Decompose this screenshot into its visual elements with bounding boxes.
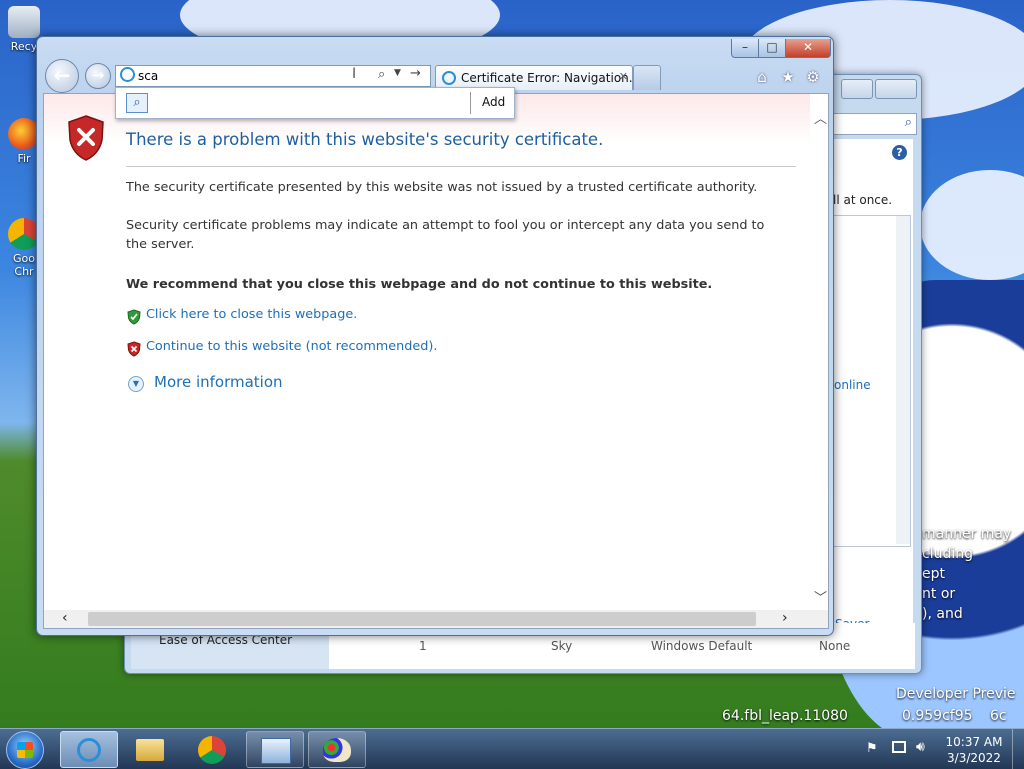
continue-to-website-link[interactable]: Continue to this website (not recommende… <box>146 339 437 354</box>
start-button[interactable] <box>6 731 44 769</box>
desktop-icon-label: Goo Chr <box>13 252 35 278</box>
taskbar-paint[interactable] <box>308 731 366 768</box>
address-bar[interactable]: I ⌕ ▼ → <box>115 65 431 87</box>
add-button[interactable]: Add <box>482 95 505 109</box>
back-button[interactable]: ← <box>45 59 79 93</box>
page-title: There is a problem with this website's s… <box>126 130 604 149</box>
bg-maximize-button[interactable] <box>841 79 873 99</box>
search-icon[interactable]: ⌕ <box>126 93 148 113</box>
desktop-icon-label: Recy <box>10 40 38 53</box>
error-description: The security certificate presented by th… <box>126 180 758 195</box>
chrome-icon <box>198 736 226 764</box>
forward-button[interactable]: → <box>85 63 111 89</box>
paint-icon <box>323 738 351 762</box>
address-suggestion-dropdown[interactable]: ⌕ Add <box>115 87 515 119</box>
scroll-right-icon[interactable]: › <box>782 610 788 626</box>
bg-footer-col2: Sky <box>551 639 573 653</box>
bg-text-all-at-once: ll at once. <box>833 193 893 207</box>
clock-date: 3/3/2022 <box>947 751 1001 765</box>
vertical-scrollbar[interactable]: ︿ ﹀ <box>811 94 828 610</box>
new-tab-button[interactable] <box>633 65 661 90</box>
scroll-up-icon[interactable]: ︿ <box>814 108 827 127</box>
search-icon: ⌕ <box>904 115 912 130</box>
bg-content-pane: ? ll at once. online Saver <box>831 139 913 631</box>
text-cursor-icon: I <box>352 66 357 82</box>
bg-search-box[interactable]: ⌕ <box>831 113 917 135</box>
taskbar-control-panel[interactable] <box>246 731 304 768</box>
bg-list-box[interactable]: online <box>833 215 911 547</box>
bg-link-online[interactable]: online <box>834 378 871 392</box>
wallpaper-text: 64.fbl_leap.11080 <box>722 708 848 724</box>
bg-footer-col1: 1 <box>419 639 427 653</box>
desktop-icon-label: Fir <box>17 152 31 165</box>
content-area[interactable]: There is a problem with this website's s… <box>43 93 829 629</box>
clock[interactable]: 10:37 AM 3/3/2022 <box>944 734 1004 766</box>
close-tab-icon[interactable]: ✕ <box>619 70 628 83</box>
scroll-left-icon[interactable]: ‹ <box>62 610 68 626</box>
divider <box>126 166 796 167</box>
ie-icon <box>77 738 101 762</box>
shield-error-icon <box>68 115 104 161</box>
horizontal-scroll-thumb[interactable] <box>88 612 756 626</box>
recommendation-text: We recommend that you close this webpage… <box>126 277 713 292</box>
close-webpage-link[interactable]: Click here to close this webpage. <box>146 307 357 322</box>
cloud <box>920 170 1024 280</box>
tab-title: Certificate Error: Navigation... <box>461 71 641 85</box>
certificate-error-page: There is a problem with this website's s… <box>44 94 810 610</box>
maximize-button[interactable]: □ <box>758 39 786 58</box>
action-center-flag-icon[interactable]: ⚑ <box>866 741 878 756</box>
home-icon[interactable]: ⌂ <box>753 68 771 86</box>
bg-list-scrollbar[interactable] <box>896 216 910 544</box>
more-information-link[interactable]: More information <box>154 373 283 391</box>
taskbar-explorer[interactable] <box>122 731 178 766</box>
bg-footer-col4: None <box>819 639 851 653</box>
favorites-star-icon[interactable]: ★ <box>779 68 797 86</box>
show-desktop-button[interactable] <box>1012 729 1024 769</box>
wallpaper-text: ), and <box>922 606 963 622</box>
tools-gear-icon[interactable]: ⚙ <box>804 68 822 86</box>
volume-icon[interactable]: 🔊︎ <box>916 739 925 755</box>
windows-logo-icon <box>17 742 33 758</box>
back-arrow-icon: ← <box>53 63 71 87</box>
bg-footer-col3: Windows Default <box>651 639 753 653</box>
expand-chevron-icon[interactable]: ▼ <box>128 376 144 392</box>
wallpaper-text: cluding <box>922 546 973 562</box>
minimize-button[interactable]: – <box>731 39 759 58</box>
control-panel-icon <box>261 738 291 764</box>
taskbar-ie[interactable] <box>60 731 118 768</box>
taskbar-chrome[interactable] <box>184 731 240 766</box>
search-icon[interactable]: ⌕ <box>378 67 385 82</box>
error-warning: Security certificate problems may indica… <box>126 218 765 252</box>
wallpaper-text: Developer Previe <box>896 686 1016 702</box>
shield-x-icon <box>127 341 141 357</box>
ie-page-icon <box>442 71 456 85</box>
scroll-down-icon[interactable]: ﹀ <box>814 587 827 606</box>
shield-check-icon <box>127 309 141 325</box>
dropdown-arrow-icon[interactable]: ▼ <box>394 68 401 78</box>
wallpaper-text: 6c <box>990 708 1007 724</box>
bg-close-button[interactable] <box>875 79 917 99</box>
close-button[interactable]: ✕ <box>785 39 831 58</box>
ie-page-icon <box>120 67 135 82</box>
explorer-icon <box>136 739 164 761</box>
horizontal-scrollbar[interactable]: ‹ › <box>44 610 828 628</box>
address-input[interactable] <box>138 68 348 84</box>
wallpaper-text: 0.959cf95 <box>902 708 973 724</box>
network-icon[interactable] <box>892 741 906 753</box>
wallpaper-text: manner may <box>922 526 1012 542</box>
wallpaper-text: nt or <box>922 586 956 602</box>
clock-time: 10:37 AM <box>945 735 1003 749</box>
help-icon[interactable]: ? <box>892 145 907 160</box>
forward-arrow-icon: → <box>91 66 105 84</box>
wallpaper-text: ept <box>922 566 945 582</box>
dropdown-divider <box>470 92 471 114</box>
taskbar: ⚑ 🔊︎ 10:37 AM 3/3/2022 <box>0 728 1024 769</box>
go-arrow-icon[interactable]: → <box>410 66 421 81</box>
recycle-bin-icon <box>8 6 40 38</box>
ie-window[interactable]: – □ ✕ ← → I ⌕ ▼ → Certificate Error: Nav… <box>36 36 834 636</box>
